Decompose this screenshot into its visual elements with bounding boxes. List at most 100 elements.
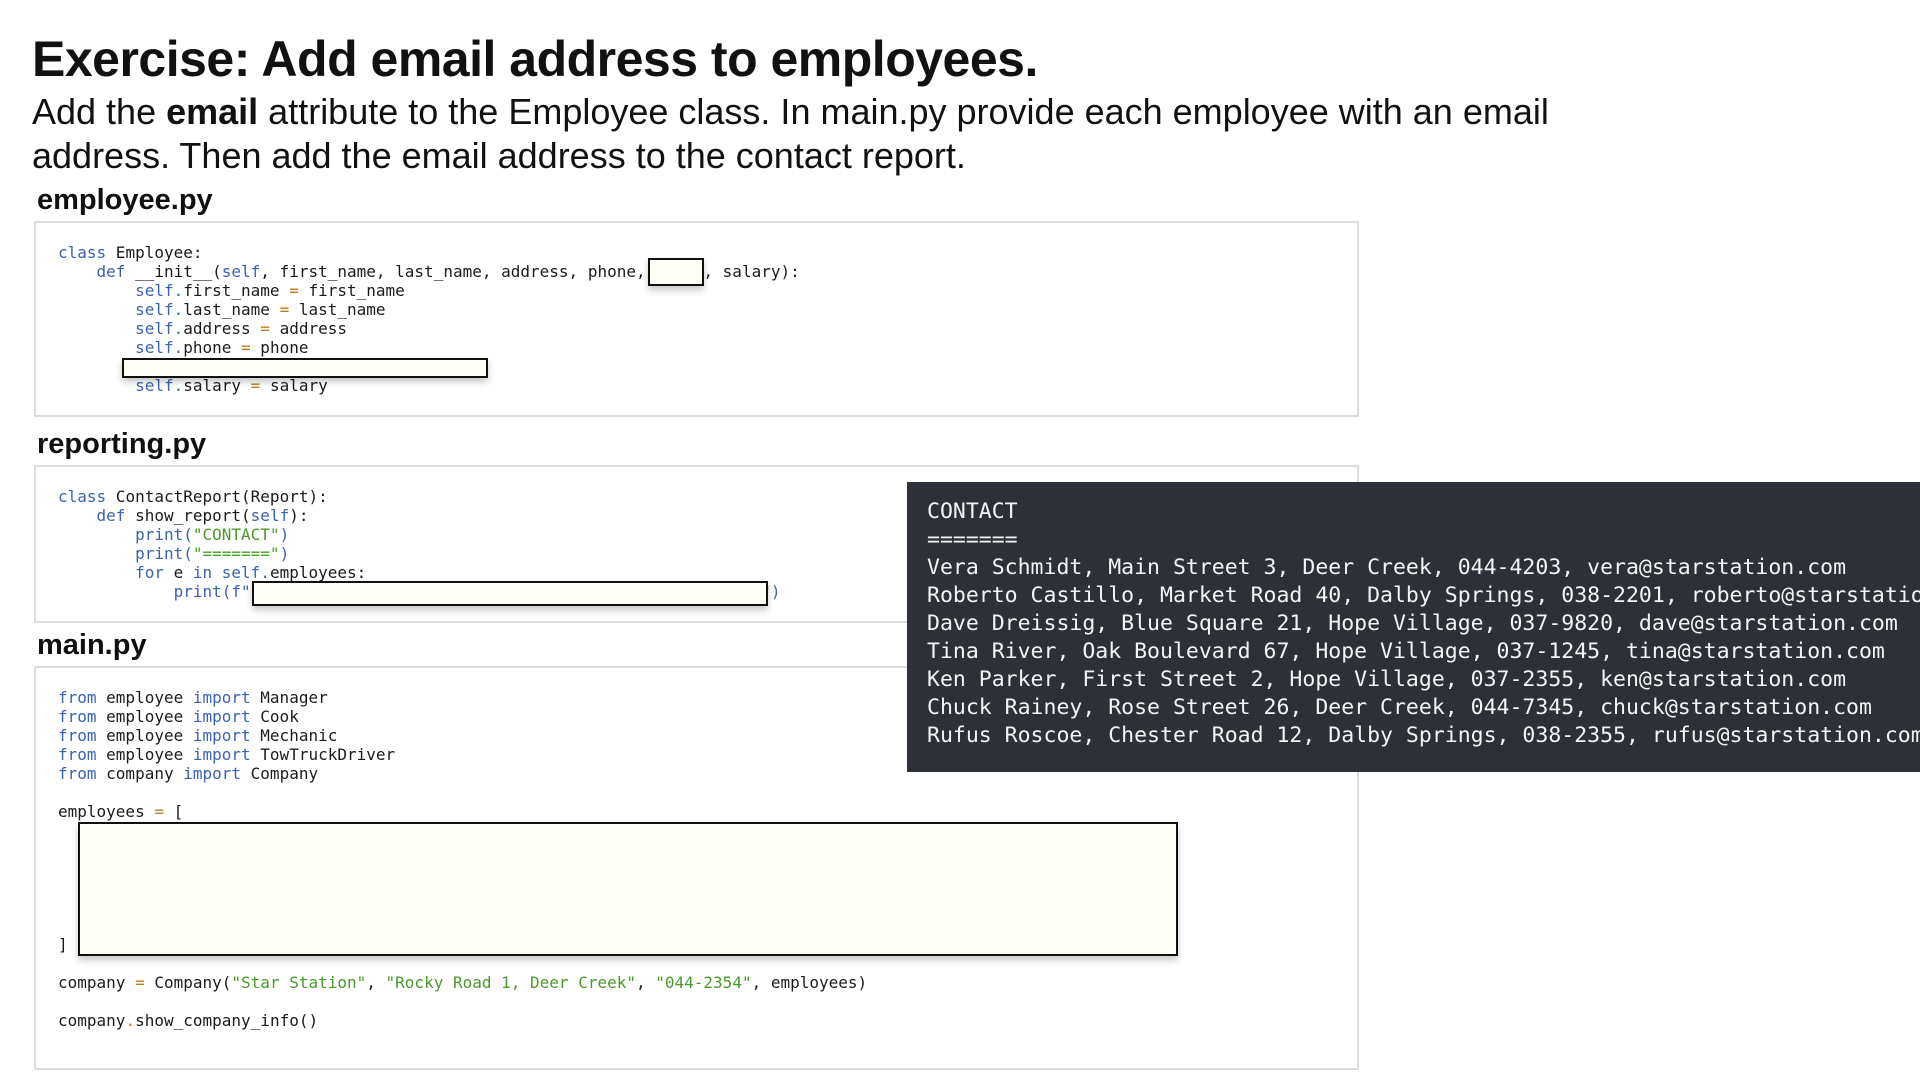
code-def-close: ): xyxy=(289,506,309,525)
code-def-name: show_report( xyxy=(125,506,251,525)
email-attribute-blank[interactable] xyxy=(122,358,488,378)
code-text: employee xyxy=(96,688,193,707)
code-text: last_name xyxy=(289,300,386,319)
code-text: employee xyxy=(96,707,193,726)
code-text: company xyxy=(58,1011,126,1030)
code-keyword: import xyxy=(192,726,251,745)
code-keyword: class xyxy=(58,243,107,262)
terminal-line: Dave Dreissig, Blue Square 21, Hope Vill… xyxy=(927,611,1898,636)
code-self: self xyxy=(250,506,290,525)
exercise-title: Exercise: Add email address to employees… xyxy=(32,31,1038,87)
instruction-keyword-email: email xyxy=(166,91,259,132)
code-operator: = xyxy=(250,376,261,395)
code-self-prefix: self. xyxy=(135,338,184,357)
code-keyword: def xyxy=(96,506,126,525)
code-init-tail: , salary): xyxy=(703,262,800,281)
code-keyword: from xyxy=(58,688,97,707)
code-text: phone xyxy=(250,338,309,357)
code-text: employee xyxy=(96,726,193,745)
terminal-separator: ======= xyxy=(927,527,1018,552)
code-keyword: for xyxy=(135,563,164,582)
code-paren: ) xyxy=(279,525,290,544)
code-self-prefix: self. xyxy=(212,563,270,582)
code-keyword: from xyxy=(58,726,97,745)
code-string: "Star Station" xyxy=(231,973,367,992)
code-text: address xyxy=(269,319,347,338)
code-keyword: in xyxy=(192,563,213,582)
code-text: employee xyxy=(96,745,193,764)
contact-report-output: CONTACT ======= Vera Schmidt, Main Stree… xyxy=(907,482,1920,772)
code-text: phone xyxy=(183,338,242,357)
code-keyword: from xyxy=(58,745,97,764)
code-operator: = xyxy=(289,281,299,300)
code-text: company xyxy=(58,973,136,992)
code-text: employees xyxy=(58,802,155,821)
code-operator: = xyxy=(279,300,290,319)
code-init-name: __init__( xyxy=(125,262,222,281)
code-keyword: import xyxy=(192,745,251,764)
code-class-decl: ContactReport(Report): xyxy=(106,487,328,506)
code-init-params: , first_name, last_name, address, phone, xyxy=(260,262,646,281)
code-keyword: import xyxy=(183,764,242,783)
employee-code-panel: class Employee: def __init__(self, first… xyxy=(34,221,1359,417)
reporting-file-label: reporting.py xyxy=(37,428,207,460)
code-self: self xyxy=(221,262,261,281)
code-keyword: class xyxy=(58,487,107,506)
code-string: "Rocky Road 1, Deer Creek" xyxy=(385,973,636,992)
code-text: salary xyxy=(260,376,328,395)
code-text: address xyxy=(183,319,261,338)
main-file-label: main.py xyxy=(37,629,147,661)
code-self-prefix: self. xyxy=(135,281,184,300)
code-operator: . xyxy=(125,1011,136,1030)
code-text: , xyxy=(366,973,386,992)
code-string: "=======" xyxy=(192,544,280,563)
code-string: "044-2354" xyxy=(655,973,752,992)
code-paren: ) xyxy=(279,544,290,563)
code-keyword: import xyxy=(192,707,251,726)
code-keyword: def xyxy=(96,262,126,281)
email-param-blank[interactable] xyxy=(648,258,704,286)
code-operator: = xyxy=(260,319,270,338)
terminal-line: Vera Schmidt, Main Street 3, Deer Creek,… xyxy=(927,555,1847,580)
code-keyword: from xyxy=(58,707,97,726)
terminal-text: CONTACT ======= Vera Schmidt, Main Stree… xyxy=(927,498,1920,750)
code-operator: = xyxy=(135,973,145,992)
exercise-instructions: Add the email attribute to the Employee … xyxy=(32,90,1592,178)
code-self-prefix: self. xyxy=(135,300,184,319)
code-text: Company xyxy=(241,764,319,783)
code-text: employees: xyxy=(269,563,367,582)
code-operator: = xyxy=(154,802,164,821)
terminal-line: Rufus Roscoe, Chester Road 12, Dalby Spr… xyxy=(927,723,1920,748)
terminal-line: Roberto Castillo, Market Road 40, Dalby … xyxy=(927,583,1920,608)
terminal-header: CONTACT xyxy=(927,499,1018,524)
code-text: e xyxy=(163,563,193,582)
code-text: Mechanic xyxy=(250,726,338,745)
code-print-fstring: print(f" xyxy=(173,582,251,601)
terminal-line: Ken Parker, First Street 2, Hope Village… xyxy=(927,667,1847,692)
code-operator: = xyxy=(241,338,251,357)
employees-list-blank[interactable] xyxy=(78,822,1178,956)
code-print: print( xyxy=(135,544,193,563)
code-text: , xyxy=(635,973,656,992)
code-text: Manager xyxy=(250,688,328,707)
code-text: show_company_info() xyxy=(135,1011,319,1030)
employee-file-label: employee.py xyxy=(37,184,213,216)
code-text: company xyxy=(96,764,184,783)
code-text: TowTruckDriver xyxy=(250,745,396,764)
code-text: first_name xyxy=(298,281,405,300)
terminal-line: Tina River, Oak Boulevard 67, Hope Villa… xyxy=(927,639,1885,664)
code-print: print( xyxy=(135,525,193,544)
code-string: "CONTACT" xyxy=(192,525,280,544)
instruction-text-start: Add the xyxy=(32,91,167,132)
fstring-blank[interactable] xyxy=(252,581,768,606)
code-paren: ) xyxy=(770,582,781,601)
code-text: last_name xyxy=(183,300,280,319)
code-keyword: import xyxy=(192,688,251,707)
code-text: salary xyxy=(183,376,251,395)
code-text: , employees) xyxy=(751,973,868,992)
code-text: Cook xyxy=(250,707,299,726)
code-class-name: Employee: xyxy=(106,243,203,262)
terminal-line: Chuck Rainey, Rose Street 26, Deer Creek… xyxy=(927,695,1872,720)
code-text: Company( xyxy=(144,973,232,992)
code-keyword: from xyxy=(58,764,97,783)
